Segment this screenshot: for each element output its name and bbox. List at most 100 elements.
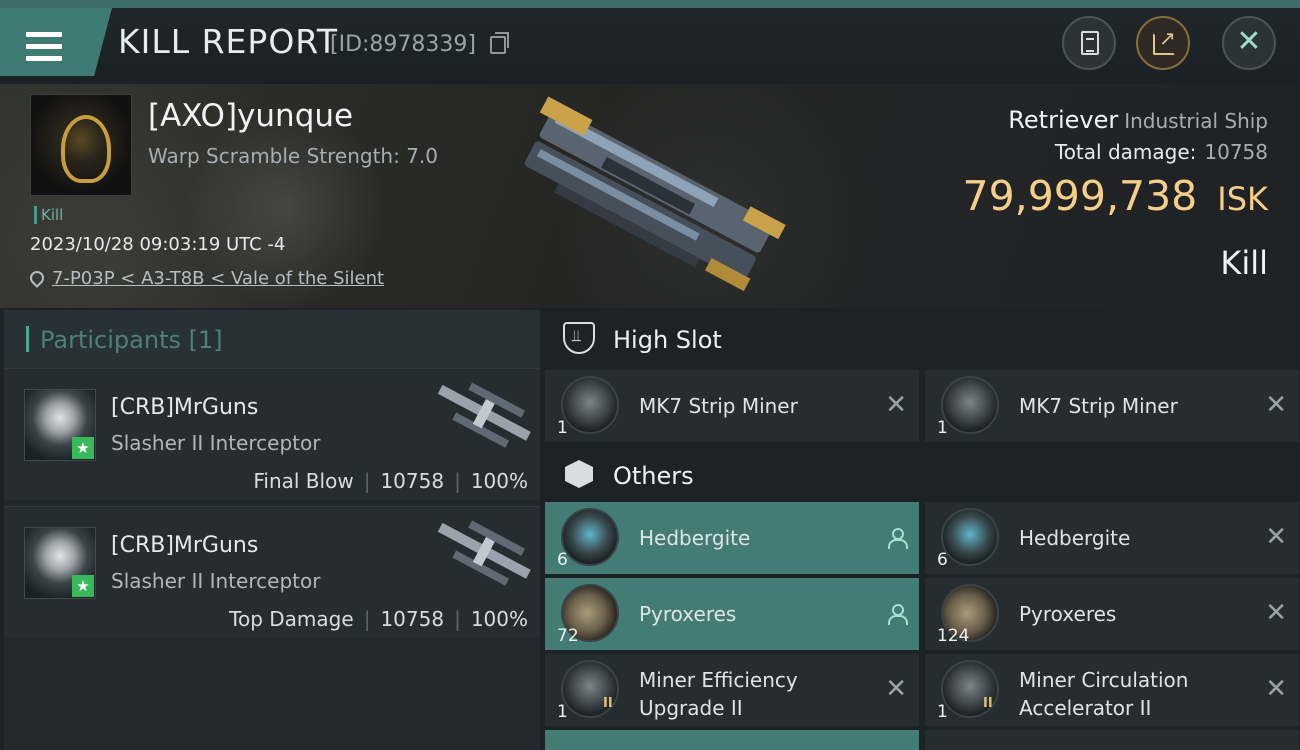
kill-report-screen: KILL REPORT [ID:8978339] ✕ [AXO]yunque W…	[0, 0, 1300, 750]
high-slot-item[interactable]: 1 MK7 Strip Miner ✕	[925, 370, 1299, 442]
participant-role: Final Blow	[253, 469, 354, 493]
participant-damage: 10758	[380, 607, 445, 631]
item-name: Hedbergite	[639, 526, 751, 550]
participant-role: Top Damage	[229, 607, 354, 631]
tech-tier-badge: II	[603, 696, 613, 711]
high-slot-label: High Slot	[613, 326, 722, 354]
isk-value: 79,999,738 ISK	[963, 172, 1268, 220]
item-quantity: 124	[937, 626, 970, 646]
cargo-item[interactable]	[925, 730, 1299, 750]
item-quantity: 6	[557, 550, 568, 570]
total-damage-label: Total damage:	[1054, 140, 1197, 164]
share-button[interactable]	[1136, 16, 1190, 70]
high-slot-header: High Slot	[545, 310, 1300, 370]
destroyed-x-icon: ✕	[1265, 674, 1287, 704]
hedbergite-icon	[941, 508, 999, 566]
item-name: MK7 Strip Miner	[1019, 394, 1178, 418]
kill-location[interactable]: 7-P03P < A3-T8B < Vale of the Silent	[27, 268, 384, 289]
destroyed-x-icon: ✕	[1265, 598, 1287, 628]
report-id: [ID:8978339]	[330, 32, 476, 57]
header-bar: KILL REPORT [ID:8978339] ✕	[0, 0, 1300, 84]
item-quantity: 1	[557, 702, 568, 722]
participant-stats: Top Damage | 10758 | 100%	[229, 607, 528, 631]
item-quantity: 1	[937, 418, 948, 438]
total-damage: Total damage: 10758	[1055, 140, 1268, 164]
location-link[interactable]: 7-P03P < A3-T8B < Vale of the Silent	[52, 268, 384, 289]
participant-stats: Final Blow | 10758 | 100%	[253, 469, 528, 493]
destroyed-x-icon: ✕	[885, 674, 907, 704]
cargo-item[interactable]: 6 Hedbergite ✕	[925, 502, 1299, 574]
victim-ship-name[interactable]: Retriever	[1008, 106, 1118, 134]
page-title: KILL REPORT	[118, 22, 338, 61]
dropped-person-icon	[887, 604, 908, 625]
kill-tag: Kill	[34, 206, 63, 224]
hedbergite-icon	[561, 508, 619, 566]
strip-miner-icon	[561, 376, 619, 434]
warp-scramble-strength: Warp Scramble Strength: 7.0	[148, 144, 439, 168]
destroyed-x-icon: ✕	[1265, 390, 1287, 420]
participant-row[interactable]: ★ [CRB]MrGuns Slasher II Interceptor Fin…	[4, 368, 540, 500]
victim-summary: [AXO]yunque Warp Scramble Strength: 7.0 …	[0, 84, 1300, 308]
victim-name[interactable]: [AXO]yunque	[148, 98, 353, 134]
clipboard-button[interactable]	[1062, 16, 1116, 70]
cargo-item[interactable]: 1 II Miner Efficiency Upgrade II ✕	[545, 654, 919, 726]
high-slot-icon	[563, 322, 595, 354]
cargo-item[interactable]	[545, 730, 919, 750]
hamburger-menu-icon	[26, 32, 62, 62]
participants-panel: Participants [1] ★ [CRB]MrGuns Slasher I…	[4, 310, 540, 750]
dropped-person-icon	[887, 528, 908, 549]
item-quantity: 1	[557, 418, 568, 438]
victim-ship-image	[524, 96, 786, 292]
kill-datetime: 2023/10/28 09:03:19 UTC -4	[30, 234, 286, 255]
menu-button[interactable]	[0, 8, 112, 76]
location-pin-icon	[27, 268, 47, 288]
high-slot-item[interactable]: 1 MK7 Strip Miner ✕	[545, 370, 919, 442]
participant-damage: 10758	[380, 469, 445, 493]
copy-icon[interactable]	[490, 32, 509, 54]
victim-ship-class: Industrial Ship	[1124, 109, 1268, 133]
participant-ship-image	[437, 520, 531, 586]
victim-avatar[interactable]	[30, 94, 132, 196]
item-quantity: 6	[937, 550, 948, 570]
participant-name[interactable]: [CRB]MrGuns	[111, 395, 258, 420]
item-name: Miner Efficiency Upgrade II	[639, 668, 798, 720]
kill-result: Kill	[1220, 244, 1268, 282]
star-icon: ★	[72, 437, 94, 459]
header-accent-line	[0, 0, 1300, 8]
participant-ship: Slasher II Interceptor	[111, 431, 321, 455]
cargo-item[interactable]: 1 II Miner Circulation Accelerator II ✕	[925, 654, 1299, 726]
destroyed-x-icon: ✕	[1265, 522, 1287, 552]
others-label: Others	[613, 462, 694, 490]
item-quantity: 72	[557, 626, 579, 646]
participant-percent: 100%	[470, 469, 528, 493]
isk-unit: ISK	[1217, 180, 1268, 218]
strip-miner-icon	[941, 376, 999, 434]
participant-row[interactable]: ★ [CRB]MrGuns Slasher II Interceptor Top…	[4, 506, 540, 638]
item-name: Pyroxeres	[1019, 602, 1117, 626]
participant-name[interactable]: [CRB]MrGuns	[111, 533, 258, 558]
item-name: MK7 Strip Miner	[639, 394, 798, 418]
destroyed-x-icon: ✕	[885, 390, 907, 420]
cargo-item[interactable]: 72 Pyroxeres	[545, 578, 919, 650]
share-icon	[1153, 26, 1176, 55]
item-quantity: 1	[937, 702, 948, 722]
item-name: Miner Circulation Accelerator II	[1019, 668, 1189, 720]
fitting-panel: High Slot 1 MK7 Strip Miner ✕ 1 MK7 Stri…	[545, 310, 1300, 750]
total-damage-value: 10758	[1204, 140, 1268, 164]
others-header: Others	[545, 446, 1300, 506]
close-icon: ✕	[1236, 24, 1262, 59]
participants-header[interactable]: Participants [1]	[4, 310, 540, 368]
item-name: Hedbergite	[1019, 526, 1131, 550]
participant-ship: Slasher II Interceptor	[111, 569, 321, 593]
cube-icon	[565, 460, 593, 488]
star-icon: ★	[72, 575, 94, 597]
victim-ship: Retriever Industrial Ship	[1008, 106, 1268, 134]
isk-amount: 79,999,738	[962, 172, 1198, 220]
participant-ship-image	[437, 382, 531, 448]
participant-percent: 100%	[470, 607, 528, 631]
cargo-item[interactable]: 6 Hedbergite	[545, 502, 919, 574]
tech-tier-badge: II	[983, 696, 993, 711]
item-name: Pyroxeres	[639, 602, 737, 626]
cargo-item[interactable]: 124 Pyroxeres ✕	[925, 578, 1299, 650]
close-button[interactable]: ✕	[1222, 16, 1276, 70]
